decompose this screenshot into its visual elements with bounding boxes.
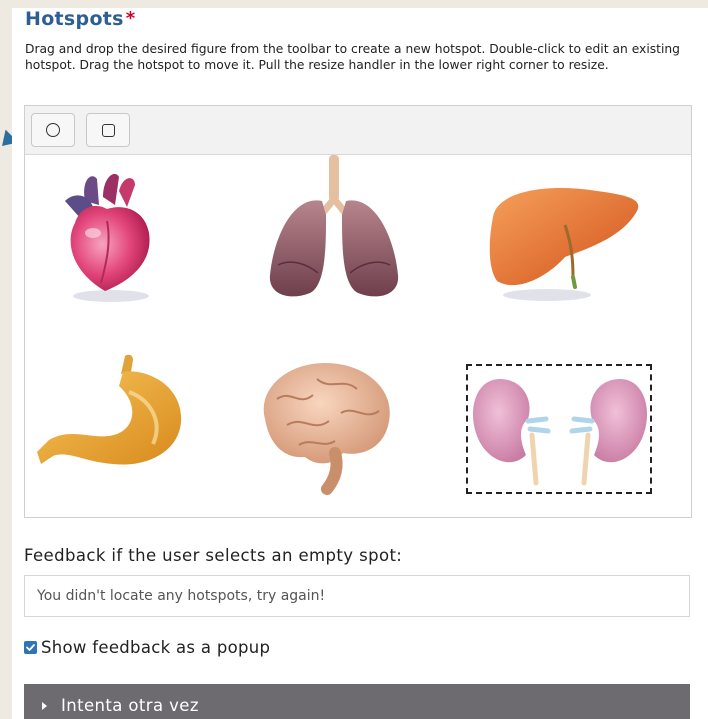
caret-right-icon [42, 701, 47, 710]
add-square-hotspot-button[interactable] [86, 113, 130, 147]
hotspot-editor [24, 105, 692, 518]
lungs-image [269, 155, 399, 297]
section-title-text: Hotspots [25, 8, 124, 30]
retry-label: Intenta otra vez [61, 696, 199, 715]
brain-image [263, 363, 390, 495]
show-popup-row[interactable]: Show feedback as a popup [24, 638, 270, 657]
hotspots-panel: Hotspots * Drag and drop the desired figu… [12, 8, 708, 719]
heart-image [65, 173, 150, 302]
retry-toggle[interactable]: Intenta otra vez [24, 684, 690, 719]
stomach-image [37, 354, 182, 465]
instructions-text: Drag and drop the desired figure from th… [25, 42, 680, 72]
circle-icon [46, 123, 60, 137]
section-title: Hotspots * [25, 8, 136, 30]
show-popup-checkbox[interactable] [24, 641, 37, 654]
square-icon [101, 123, 115, 137]
hotspot-square-kidneys[interactable] [466, 364, 652, 494]
feedback-input[interactable] [24, 575, 690, 617]
add-circle-hotspot-button[interactable] [31, 113, 75, 147]
hotspot-canvas[interactable] [25, 155, 691, 517]
required-mark: * [125, 8, 136, 29]
feedback-label: Feedback if the user selects an empty sp… [24, 546, 403, 565]
show-popup-label: Show feedback as a popup [41, 638, 271, 657]
checkmark-icon [26, 644, 35, 651]
hotspot-toolbar [25, 106, 691, 155]
liver-image [489, 188, 639, 301]
